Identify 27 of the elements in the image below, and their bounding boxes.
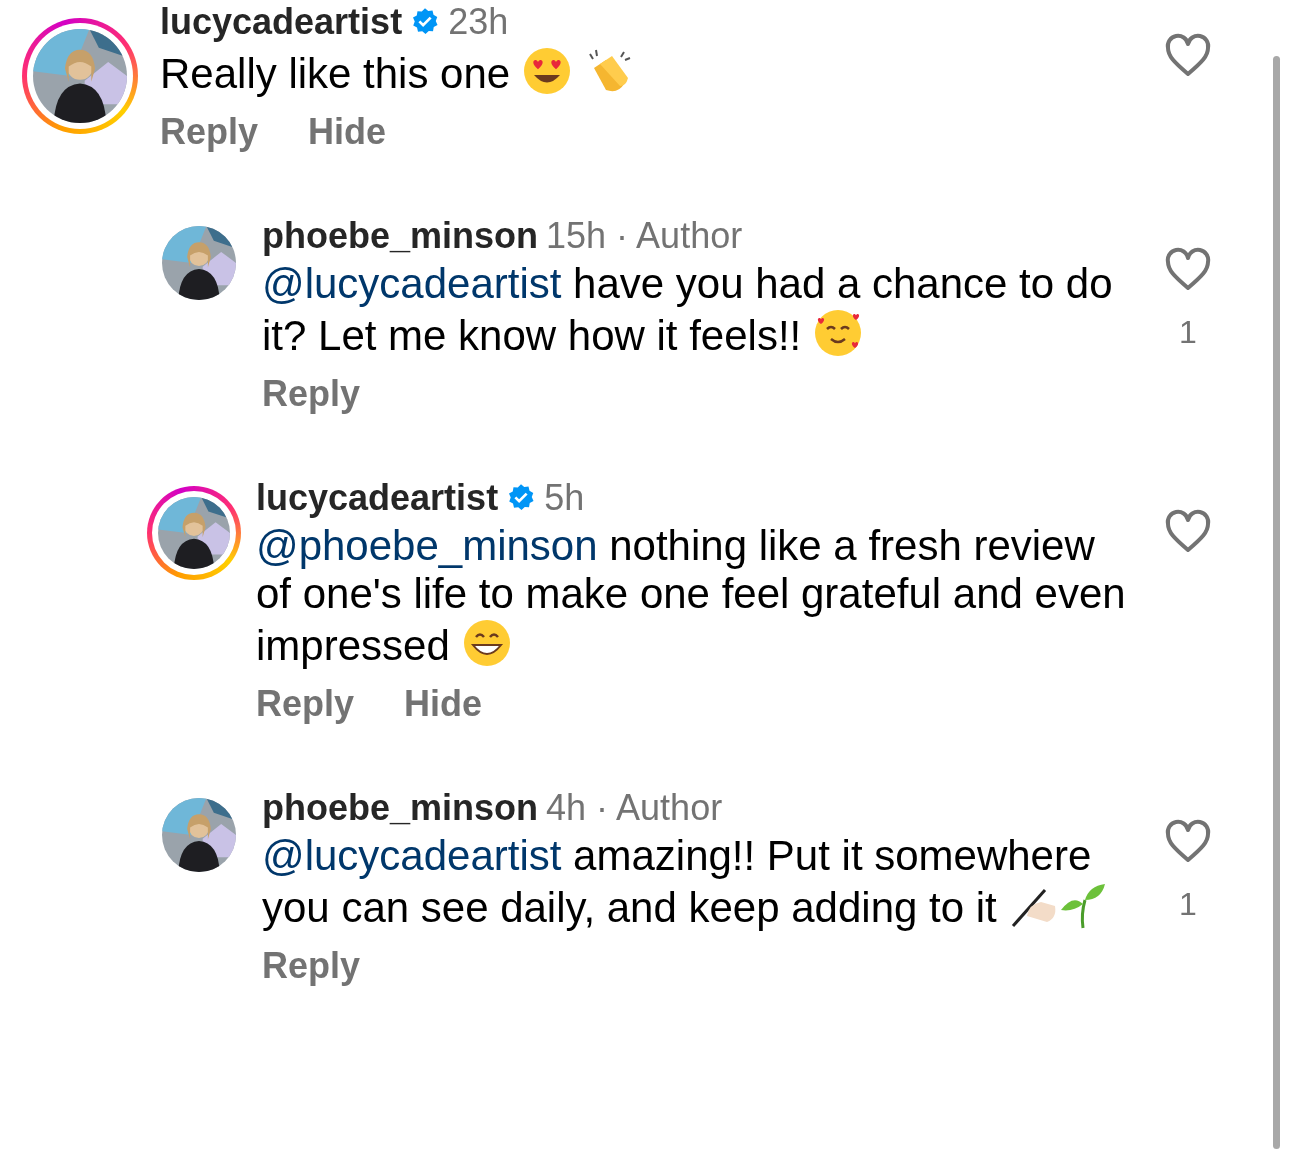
smiling-hearts-emoji-icon <box>813 308 864 358</box>
heart-eyes-emoji-icon <box>522 46 573 96</box>
username[interactable]: phoebe_minson <box>262 216 539 256</box>
comment-action[interactable]: Hide <box>404 682 483 726</box>
like-count: 1 <box>1179 885 1197 924</box>
mention-link[interactable]: @lucycadeartist <box>262 832 562 879</box>
mention-link[interactable]: @lucycadeartist <box>262 260 562 307</box>
comment-action[interactable]: Reply <box>262 944 361 988</box>
comment-action[interactable]: Reply <box>262 372 361 416</box>
username[interactable]: phoebe_minson <box>262 788 539 828</box>
comment-meta: 5h <box>544 478 585 518</box>
scrollbar[interactable] <box>1273 56 1280 1149</box>
grinning-emoji-icon <box>461 618 512 668</box>
comment-text: Really like this one <box>160 46 1030 98</box>
comment-action[interactable]: Reply <box>256 682 355 726</box>
username[interactable]: lucycadeartist <box>256 478 499 518</box>
comment-meta: 15h · Author <box>546 216 743 256</box>
comment-meta: 4h · Author <box>546 788 723 828</box>
like-count: 1 <box>1179 313 1197 352</box>
comment-action[interactable]: Reply <box>160 110 259 154</box>
mention-link[interactable]: @phoebe_minson <box>256 522 598 569</box>
comment-text: @lucycadeartist have you had a chance to do it? Let me know how it feels!! <box>262 260 1114 360</box>
comment-text: @phoebe_minson nothing like a fresh review of one's life to make one feel grateful and even impressed <box>256 522 1126 670</box>
comment-text: @lucycadeartist amazing!! Put it somewhere you can see daily, and keep adding to it <box>262 832 1132 932</box>
username[interactable]: lucycadeartist <box>160 2 403 42</box>
comment-action[interactable]: Hide <box>308 110 387 154</box>
comment-meta: 23h <box>448 2 509 42</box>
